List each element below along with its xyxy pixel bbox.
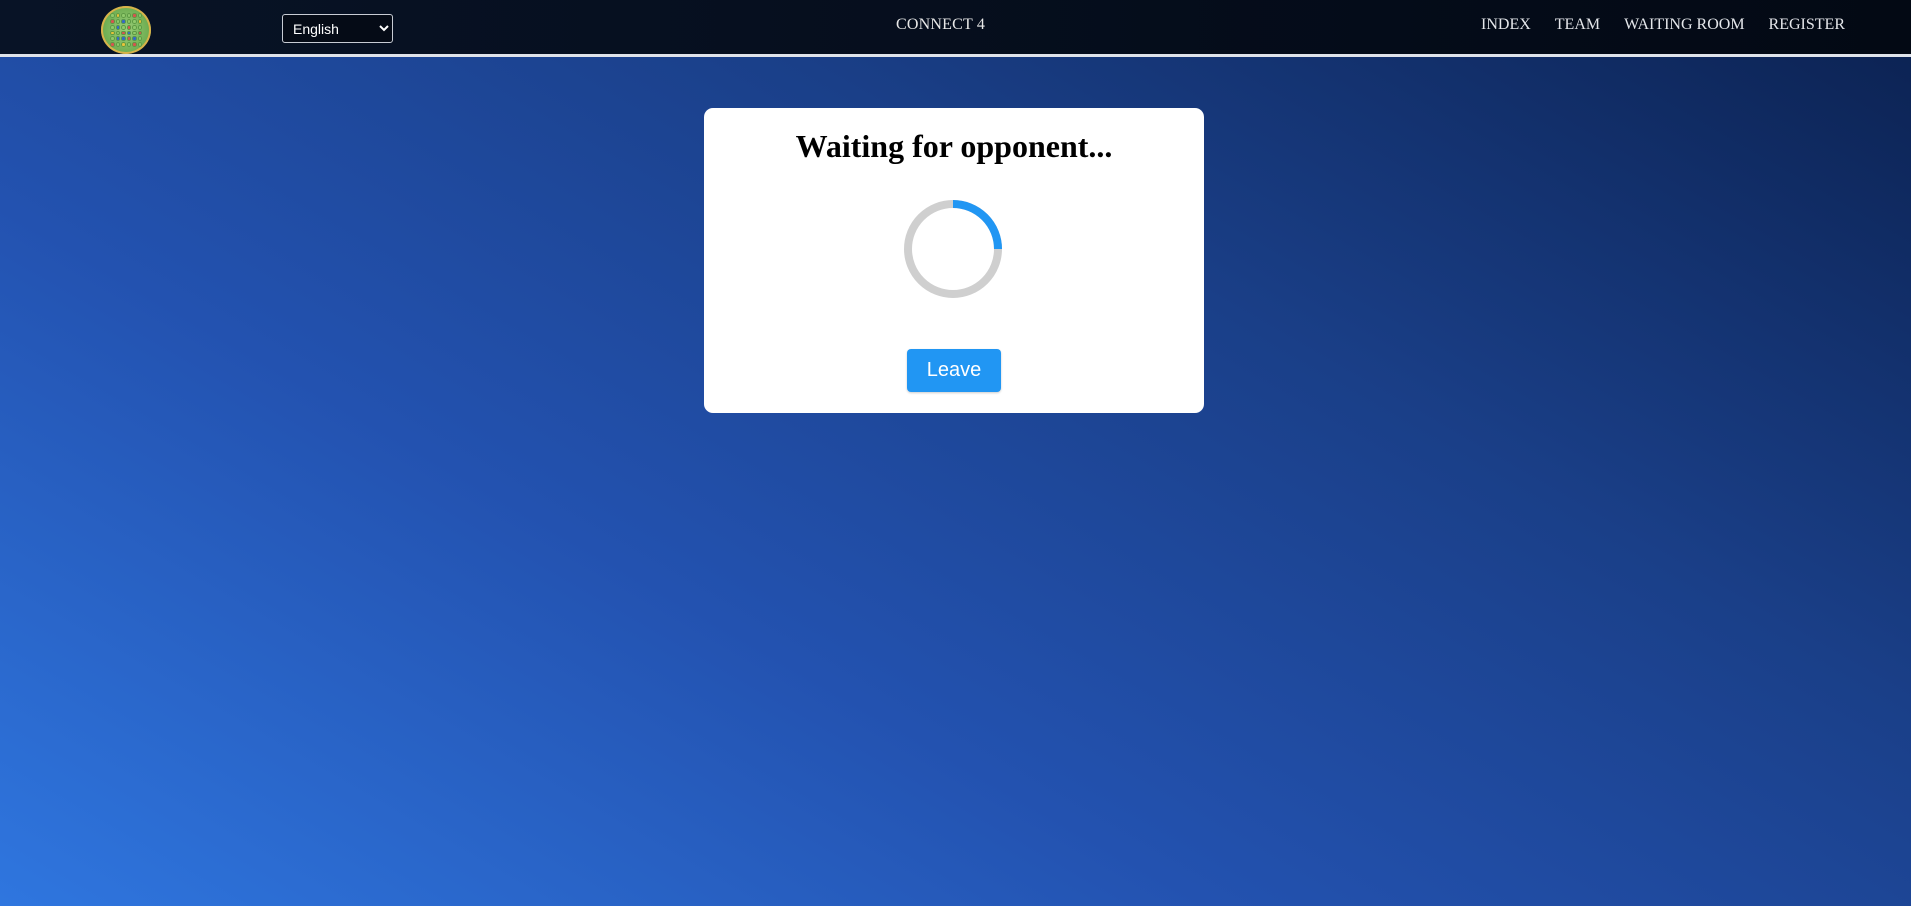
main-nav: INDEX TEAM WAITING ROOM REGISTER <box>1481 16 1845 34</box>
waiting-card: Waiting for opponent... Leave <box>704 108 1204 413</box>
loading-spinner-icon <box>904 200 1002 298</box>
waiting-title: Waiting for opponent... <box>795 128 1113 164</box>
leave-button[interactable]: Leave <box>907 349 1001 392</box>
nav-register-link[interactable]: REGISTER <box>1769 16 1845 34</box>
connect-four-logo-icon[interactable] <box>101 6 151 54</box>
nav-index-link[interactable]: INDEX <box>1481 16 1531 34</box>
brand-title: CONNECT 4 <box>896 16 986 33</box>
language-select[interactable]: English <box>282 14 393 43</box>
nav-waiting-room-link[interactable]: WAITING ROOM <box>1624 16 1744 34</box>
nav-team-link[interactable]: TEAM <box>1555 16 1600 34</box>
navbar: English CONNECT 4 INDEX TEAM WAITING ROO… <box>0 0 1911 57</box>
